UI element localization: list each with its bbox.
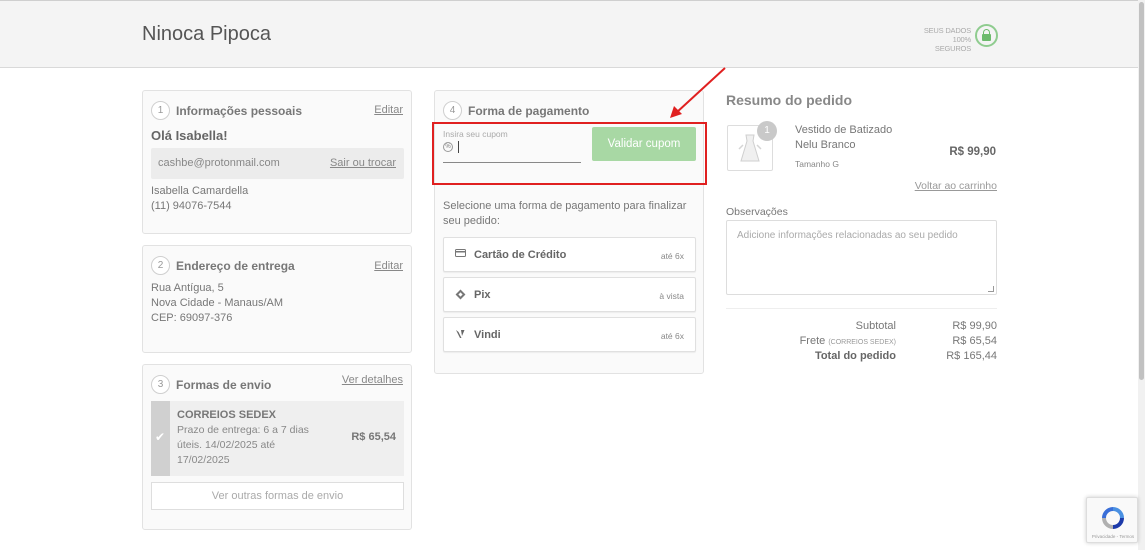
step-number: 1	[151, 101, 170, 120]
customer-phone: (11) 94076-7544	[151, 200, 232, 212]
shipping-card: 3 Formas de envio Ver detalhes ✔ CORREIO…	[142, 364, 412, 530]
lock-icon	[975, 24, 998, 47]
pix-icon	[455, 289, 466, 303]
scrollbar-thumb[interactable]	[1139, 2, 1144, 380]
shipping-fee-value: R$ 65,54	[952, 335, 997, 347]
vindi-icon	[455, 329, 466, 342]
observations-label: Observações	[726, 206, 788, 218]
greeting: Olá Isabella!	[151, 128, 228, 143]
product-size: Tamanho G	[795, 159, 839, 169]
frete-carrier: (CORREIOS SEDEX)	[828, 339, 896, 346]
page-scrollbar[interactable]	[1138, 0, 1145, 550]
subtotal-value: R$ 99,90	[952, 320, 997, 332]
observations-textarea[interactable]: Adicione informações relacionadas ao seu…	[726, 220, 997, 295]
customer-name: Isabella Camardella	[151, 185, 249, 197]
shipping-option-selected[interactable]: ✔ CORREIOS SEDEX Prazo de entrega: 6 a 7…	[151, 401, 404, 476]
secure-text: SEUS DADOS 100% SEGUROS	[915, 26, 971, 53]
personal-info-card: 1 Informações pessoais Editar Olá Isabel…	[142, 90, 412, 234]
recaptcha-badge[interactable]: Privacidade - Termos	[1086, 497, 1138, 543]
payment-option-tag: à vista	[659, 291, 684, 301]
payment-option-name: Vindi	[474, 329, 501, 341]
card-title: Informações pessoais	[176, 104, 303, 118]
shipping-option-desc: Prazo de entrega: 6 a 7 dias úteis. 14/0…	[177, 424, 309, 466]
header-bar: Ninoca Pipoca SEUS DADOS 100% SEGUROS	[0, 0, 1138, 68]
card-title: Forma de pagamento	[468, 104, 590, 118]
payment-option-pix[interactable]: Pix à vista	[443, 277, 696, 312]
card-icon	[455, 249, 466, 260]
shipping-option-name: CORREIOS SEDEX	[177, 409, 277, 421]
frete-label-text: Frete	[799, 335, 826, 347]
payment-option-tag: até 6x	[660, 251, 684, 261]
payment-instructions: Selecione uma forma de pagamento para fi…	[443, 200, 687, 227]
store-brand[interactable]: Ninoca Pipoca	[142, 23, 271, 46]
email-row: cashbe@protonmail.com Sair ou trocar	[151, 148, 404, 179]
view-details-link[interactable]: Ver detalhes	[342, 374, 403, 386]
product-name-line-1: Vestido de Batizado	[795, 124, 893, 136]
switch-account-link[interactable]: Sair ou trocar	[330, 157, 396, 169]
recaptcha-text[interactable]: Privacidade - Termos	[1089, 534, 1137, 539]
total-value: R$ 165,44	[946, 350, 997, 362]
observations-placeholder: Adicione informações relacionadas ao seu…	[737, 230, 958, 241]
other-shipping-button[interactable]: Ver outras formas de envio	[151, 482, 404, 510]
payment-option-name: Cartão de Crédito	[474, 249, 567, 261]
payment-option-name: Pix	[474, 289, 491, 301]
secure-line-2: 100% SEGUROS	[934, 35, 971, 53]
shipping-fee-label: Frete (CORREIOS SEDEX)	[800, 335, 896, 347]
payment-option-vindi[interactable]: Vindi até 6x	[443, 317, 696, 352]
email-text: cashbe@protonmail.com	[158, 157, 280, 169]
divider	[726, 308, 997, 309]
address-line-1: Rua Antígua, 5	[151, 282, 224, 294]
step-number: 3	[151, 375, 170, 394]
card-title: Formas de envio	[176, 378, 272, 392]
edit-personal-link[interactable]: Editar	[374, 104, 403, 116]
payment-option-credit-card[interactable]: Cartão de Crédito até 6x	[443, 237, 696, 272]
product-name: Vestido de Batizado Nelu Branco	[795, 123, 892, 153]
card-title: Endereço de entrega	[176, 259, 295, 273]
check-icon: ✔	[151, 401, 170, 476]
edit-address-link[interactable]: Editar	[374, 260, 403, 272]
shipping-option-price: R$ 65,54	[351, 431, 396, 443]
annotation-highlight-box	[432, 122, 707, 185]
total-label: Total do pedido	[814, 350, 896, 362]
address-card: 2 Endereço de entrega Editar Rua Antígua…	[142, 245, 412, 353]
step-number: 2	[151, 256, 170, 275]
address-line-2: Nova Cidade - Manaus/AM	[151, 297, 284, 309]
subtotal-label: Subtotal	[855, 320, 896, 332]
product-name-line-2: Nelu Branco	[795, 139, 856, 151]
address-line-3: CEP: 69097-376	[151, 312, 233, 324]
secure-line-1: SEUS DADOS	[923, 26, 971, 35]
secure-badge: SEUS DADOS 100% SEGUROS	[915, 24, 999, 53]
order-summary-title: Resumo do pedido	[726, 92, 852, 108]
recaptcha-icon	[1102, 507, 1124, 529]
step-number: 4	[443, 101, 462, 120]
back-to-cart-link[interactable]: Voltar ao carrinho	[915, 180, 997, 192]
payment-option-tag: até 6x	[660, 331, 684, 341]
resize-handle[interactable]	[988, 286, 994, 292]
product-price: R$ 99,90	[949, 146, 996, 158]
product-quantity-badge: 1	[757, 121, 777, 141]
